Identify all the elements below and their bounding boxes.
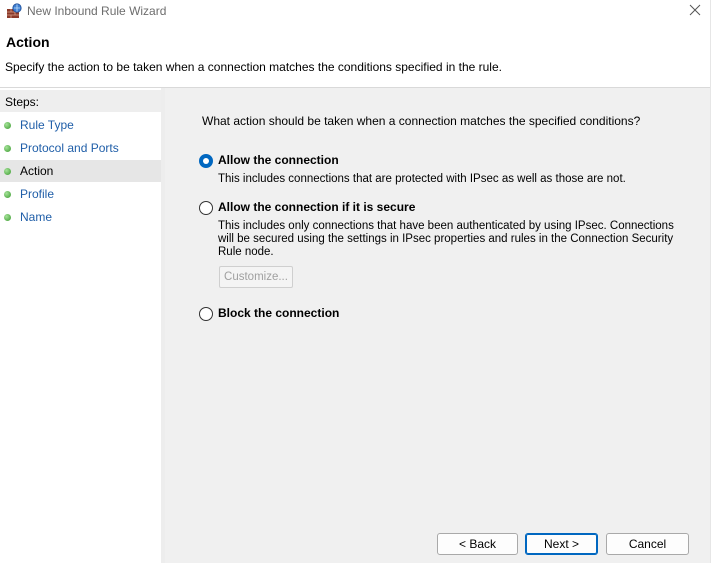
allow-connection-radio[interactable] <box>199 154 213 168</box>
firewall-icon <box>6 3 22 19</box>
step-status-icon <box>4 191 11 198</box>
steps-heading: Steps: <box>0 90 161 112</box>
page-title: Action <box>6 34 50 50</box>
step-rule-type[interactable]: Rule Type <box>0 114 161 136</box>
allow-connection-label[interactable]: Allow the connection <box>218 153 339 167</box>
steps-heading-label: Steps: <box>5 95 40 109</box>
allow-if-secure-description-line-3: Rule node. <box>218 246 274 258</box>
step-label: Action <box>20 164 54 178</box>
back-button[interactable]: < Back <box>437 533 518 555</box>
block-connection-radio[interactable] <box>199 307 213 321</box>
step-label: Name <box>20 210 53 224</box>
window-title: New Inbound Rule Wizard <box>27 4 167 18</box>
allow-if-secure-label[interactable]: Allow the connection if it is secure <box>218 200 415 214</box>
page-description: Specify the action to be taken when a co… <box>5 60 502 74</box>
block-connection-label[interactable]: Block the connection <box>218 306 339 320</box>
allow-if-secure-radio[interactable] <box>199 201 213 215</box>
next-button[interactable]: Next > <box>525 533 598 555</box>
step-status-icon <box>4 145 11 152</box>
step-label: Rule Type <box>20 118 74 132</box>
customize-button: Customize... <box>219 266 293 288</box>
allow-connection-description: This includes connections that are prote… <box>218 173 626 185</box>
title-bar: New Inbound Rule Wizard <box>0 0 713 24</box>
step-status-icon <box>4 168 11 175</box>
step-label: Protocol and Ports <box>20 141 119 155</box>
step-protocol-and-ports[interactable]: Protocol and Ports <box>0 137 161 159</box>
allow-if-secure-description-line-2: will be secured using the settings in IP… <box>218 233 674 245</box>
step-status-icon <box>4 214 11 221</box>
window-border <box>710 0 711 563</box>
step-action[interactable]: Action <box>0 160 161 182</box>
cancel-button[interactable]: Cancel <box>606 533 689 555</box>
steps-pane: Steps: Rule Type Protocol and Ports Acti… <box>0 88 161 563</box>
action-question: What action should be taken when a conne… <box>202 114 641 128</box>
close-button[interactable] <box>680 0 710 22</box>
wizard-header: Action Specify the action to be taken wh… <box>0 24 710 86</box>
action-panel: What action should be taken when a conne… <box>165 88 710 563</box>
step-label: Profile <box>20 187 55 201</box>
step-name[interactable]: Name <box>0 206 161 228</box>
step-profile[interactable]: Profile <box>0 183 161 205</box>
allow-if-secure-description-line-1: This includes only connections that have… <box>218 220 674 232</box>
step-status-icon <box>4 122 11 129</box>
close-icon <box>689 4 701 16</box>
